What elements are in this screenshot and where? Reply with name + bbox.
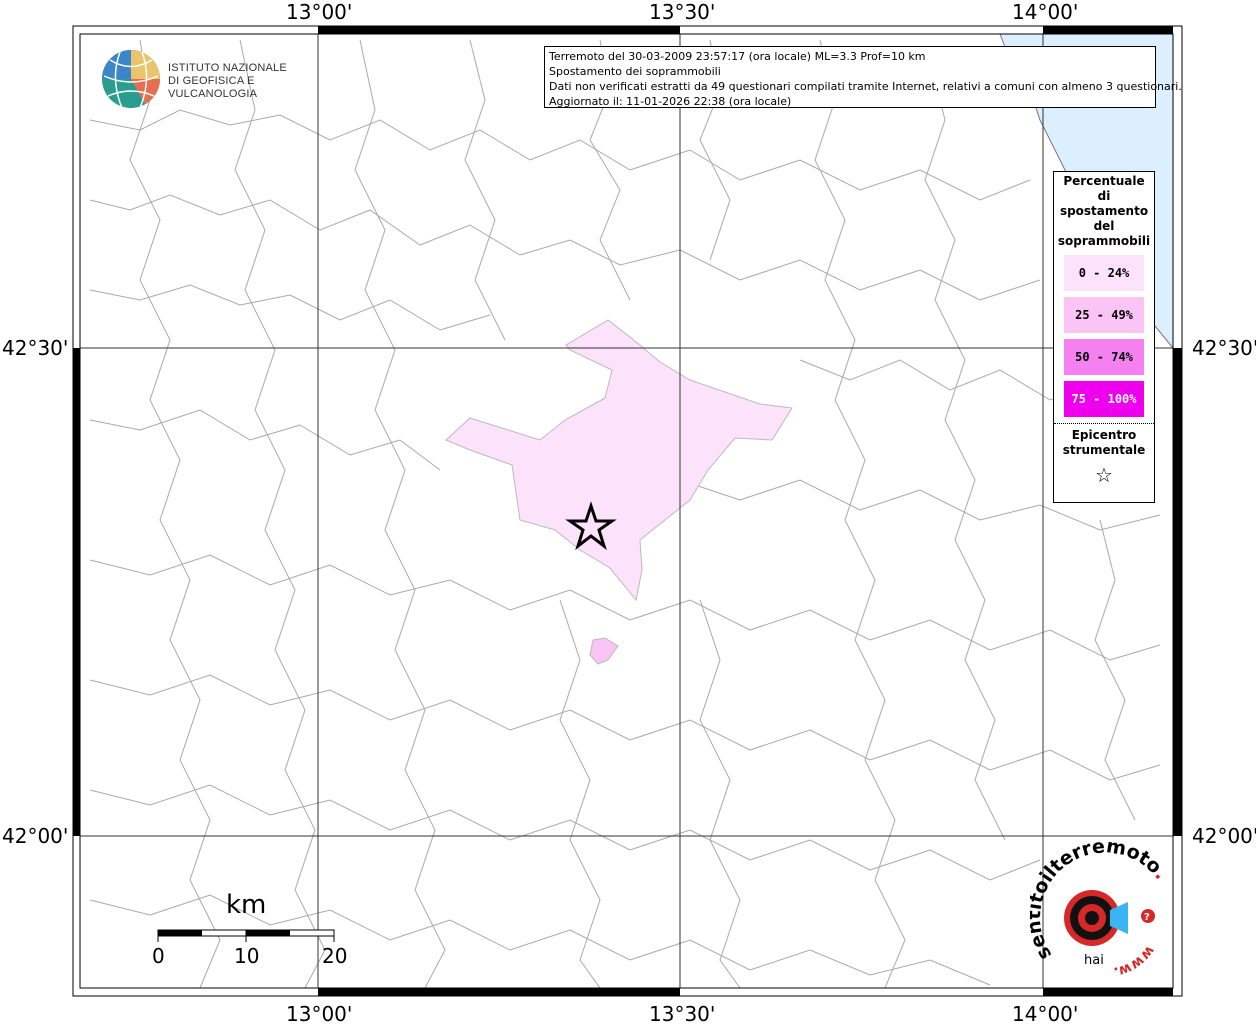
tick-label-top-3: 14°00' xyxy=(1012,0,1079,24)
ingv-logo-line2: DI GEOFISICA E VULCANOLOGIA xyxy=(168,75,258,100)
ingv-globe-icon xyxy=(102,50,160,109)
map-legend: Percentuale di spostamento del soprammob… xyxy=(1053,171,1155,503)
ingv-logo: ISTITUTO NAZIONALE DI GEOFISICA E VULCAN… xyxy=(100,48,310,110)
svg-text:www.: www. xyxy=(1112,943,1158,980)
haisentito-logo-graphic: sentitoilterremoto.it www. hai ? xyxy=(1023,823,1172,980)
info-line-data-note: Dati non verificati estratti da 49 quest… xyxy=(549,80,1182,93)
legend-item-50-74: 50 - 74% xyxy=(1064,339,1144,375)
scale-bar: km 0 10 20 xyxy=(140,890,360,970)
info-line-event: Terremoto del 30-03-2009 23:57:17 (ora l… xyxy=(549,50,926,63)
scale-label-0: 0 xyxy=(152,944,165,968)
tick-label-left-2: 42°00' xyxy=(2,824,69,848)
earthquake-info-box: Terremoto del 30-03-2009 23:57:17 (ora l… xyxy=(544,46,1182,108)
ingv-logo-line1: ISTITUTO NAZIONALE xyxy=(168,62,287,74)
logo-text-prefix: hai xyxy=(1084,953,1104,968)
info-line-parameter: Spostamento dei soprammobili xyxy=(549,65,721,78)
tick-label-top-2: 13°30' xyxy=(649,0,716,24)
legend-title-line: Percentuale xyxy=(1063,174,1145,188)
scale-label-10: 10 xyxy=(234,944,260,968)
scale-label-20: 20 xyxy=(322,944,348,968)
legend-separator xyxy=(1054,423,1154,424)
legend-title: Percentuale di spostamento del soprammob… xyxy=(1054,174,1154,249)
info-line-updated: Aggiornato il: 11-01-2026 22:38 (ora loc… xyxy=(549,95,792,108)
tick-label-bottom-3: 14°00' xyxy=(1012,1002,1079,1026)
logo-question-icon: ? xyxy=(1144,912,1150,923)
tick-label-bottom-2: 13°30' xyxy=(649,1002,716,1026)
legend-item-0-24: 0 - 24% xyxy=(1064,255,1144,291)
legend-epicenter-label: Epicentro strumentale xyxy=(1054,428,1154,458)
legend-epicenter-line: Epicentro xyxy=(1071,428,1137,442)
legend-star-icon: ☆ xyxy=(1095,463,1113,487)
legend-title-line: soprammobili xyxy=(1057,234,1151,248)
legend-epicenter-line: strumentale xyxy=(1062,443,1146,457)
haisentitoilterremoto-logo: sentitoilterremoto.it www. hai ? xyxy=(1023,823,1180,980)
legend-item-25-49: 25 - 49% xyxy=(1064,297,1144,333)
logo-text-www: www. xyxy=(1112,943,1158,980)
tick-label-top-1: 13°00' xyxy=(286,0,353,24)
tick-label-right-1: 42°30' xyxy=(1192,336,1256,360)
tick-label-bottom-1: 13°00' xyxy=(286,1002,353,1026)
scale-bar-graphic xyxy=(157,929,335,942)
legend-title-line: del xyxy=(1093,219,1115,233)
tick-label-left-1: 42°30' xyxy=(2,336,69,360)
legend-title-line: di xyxy=(1097,189,1111,203)
legend-title-line: spostamento xyxy=(1059,204,1149,218)
tick-label-right-2: 42°00' xyxy=(1192,824,1256,848)
legend-item-75-100: 75 - 100% xyxy=(1064,381,1144,417)
